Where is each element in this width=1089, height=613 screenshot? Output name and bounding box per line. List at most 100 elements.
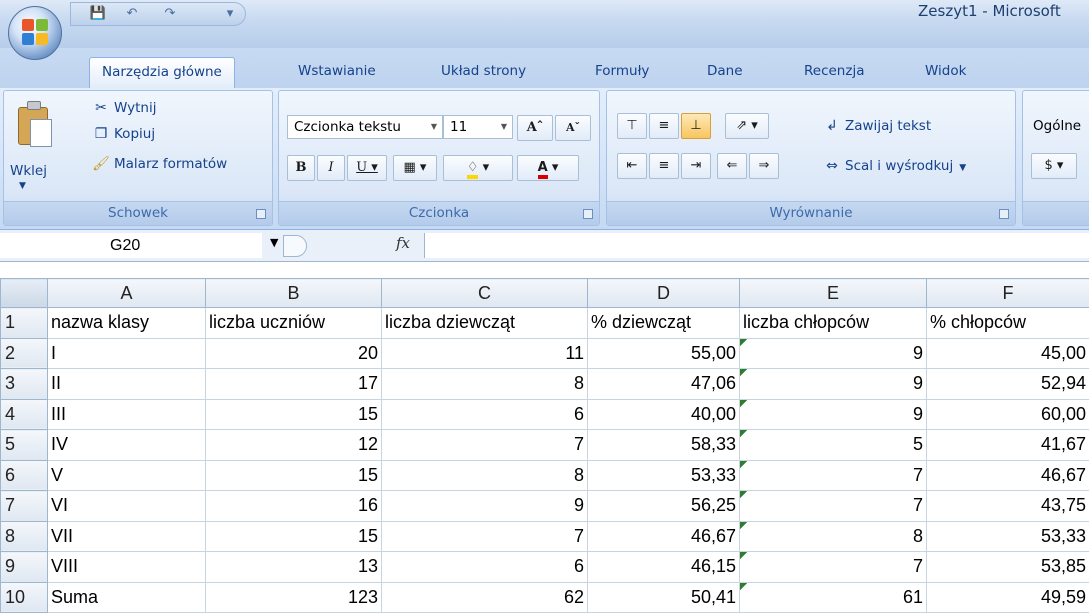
cell[interactable]: % chłopców bbox=[926, 307, 1089, 339]
tab-home[interactable]: Narzędzia główne bbox=[89, 57, 235, 88]
cell[interactable]: 13 bbox=[205, 551, 382, 583]
borders-icon[interactable]: ▦ ▾ bbox=[393, 155, 437, 181]
cell[interactable]: 15 bbox=[205, 398, 382, 430]
cell[interactable]: 7 bbox=[381, 520, 588, 552]
cut-button[interactable]: ✂ Wytnij bbox=[92, 97, 156, 119]
cell[interactable]: 46,15 bbox=[587, 551, 740, 583]
row-header[interactable]: 7 bbox=[0, 490, 48, 522]
cell[interactable]: 61 bbox=[739, 581, 927, 613]
merge-center-button[interactable]: ⇔ Scal i wyśrodkuj ▼ bbox=[823, 155, 966, 177]
cell[interactable]: liczba chłopców bbox=[739, 307, 927, 339]
accounting-format-icon[interactable]: $ ▾ bbox=[1031, 153, 1077, 179]
cell[interactable]: 40,00 bbox=[587, 398, 740, 430]
row-header[interactable]: 4 bbox=[0, 398, 48, 430]
shrink-font-icon[interactable]: Aˇ bbox=[555, 115, 591, 141]
tab-view[interactable]: Widok bbox=[925, 57, 966, 88]
undo-icon[interactable]: ↶ bbox=[123, 6, 141, 22]
cell[interactable]: liczba dziewcząt bbox=[381, 307, 588, 339]
row-header[interactable]: 6 bbox=[0, 459, 48, 491]
cell[interactable]: 62 bbox=[381, 581, 588, 613]
cell[interactable]: 8 bbox=[381, 459, 588, 491]
cell[interactable]: III bbox=[47, 398, 206, 430]
formula-bar-toggle[interactable] bbox=[283, 235, 307, 257]
cell[interactable]: nazwa klasy bbox=[47, 307, 206, 339]
cell[interactable]: 52,94 bbox=[926, 368, 1089, 400]
cell[interactable]: 9 bbox=[739, 368, 927, 400]
customize-toolbar-icon[interactable]: ▾ bbox=[221, 6, 239, 22]
font-name-select[interactable]: Czcionka tekstu ▼ bbox=[287, 115, 443, 139]
cell[interactable]: IV bbox=[47, 429, 206, 461]
paste-button[interactable]: Wklej ▼ bbox=[4, 91, 72, 201]
row-header[interactable]: 9 bbox=[0, 551, 48, 583]
align-center-icon[interactable]: ≡ bbox=[649, 153, 679, 179]
row-header[interactable]: 8 bbox=[0, 520, 48, 552]
cell[interactable]: 53,85 bbox=[926, 551, 1089, 583]
name-box[interactable]: G20 bbox=[0, 233, 262, 258]
row-header[interactable]: 1 bbox=[0, 307, 48, 339]
fill-color-icon[interactable]: ♢ ▾ bbox=[443, 155, 513, 181]
tab-formulas[interactable]: Formuły bbox=[595, 57, 649, 88]
orientation-icon[interactable]: ⇗ ▾ bbox=[725, 113, 769, 139]
format-painter-button[interactable]: 🖌 Malarz formatów bbox=[92, 153, 227, 175]
cell[interactable]: V bbox=[47, 459, 206, 491]
cell[interactable]: 7 bbox=[739, 459, 927, 491]
cell[interactable]: 45,00 bbox=[926, 337, 1089, 369]
tab-review[interactable]: Recenzja bbox=[804, 57, 864, 88]
cell[interactable]: 56,25 bbox=[587, 490, 740, 522]
tab-page-layout[interactable]: Układ strony bbox=[441, 57, 526, 88]
column-header-e[interactable]: E bbox=[739, 278, 927, 308]
save-icon[interactable]: 💾 bbox=[89, 6, 107, 22]
align-bottom-icon[interactable]: ⊥ bbox=[681, 113, 711, 139]
number-format-select[interactable]: Ogólne bbox=[1033, 115, 1081, 137]
cell[interactable]: 5 bbox=[739, 429, 927, 461]
copy-button[interactable]: ❐ Kopiuj bbox=[92, 123, 155, 145]
cell[interactable]: 12 bbox=[205, 429, 382, 461]
cell[interactable]: liczba uczniów bbox=[205, 307, 382, 339]
cell[interactable]: I bbox=[47, 337, 206, 369]
cell[interactable]: 9 bbox=[739, 337, 927, 369]
column-header-f[interactable]: F bbox=[926, 278, 1089, 308]
column-header-b[interactable]: B bbox=[205, 278, 382, 308]
formula-input[interactable] bbox=[424, 233, 1089, 258]
tab-data[interactable]: Dane bbox=[707, 57, 743, 88]
cell[interactable]: 15 bbox=[205, 520, 382, 552]
cell[interactable]: 20 bbox=[205, 337, 382, 369]
column-header-d[interactable]: D bbox=[587, 278, 740, 308]
cell[interactable]: 53,33 bbox=[926, 520, 1089, 552]
cell[interactable]: 58,33 bbox=[587, 429, 740, 461]
align-middle-icon[interactable]: ≡ bbox=[649, 113, 679, 139]
cell[interactable]: 7 bbox=[739, 490, 927, 522]
cell[interactable]: 7 bbox=[739, 551, 927, 583]
align-top-icon[interactable]: ⊤ bbox=[617, 113, 647, 139]
bold-icon[interactable]: B bbox=[287, 155, 315, 181]
cell[interactable]: 53,33 bbox=[587, 459, 740, 491]
cell[interactable]: 46,67 bbox=[926, 459, 1089, 491]
font-dialog-launcher[interactable] bbox=[583, 209, 593, 219]
cell[interactable]: 8 bbox=[381, 368, 588, 400]
cell[interactable]: 17 bbox=[205, 368, 382, 400]
cell[interactable]: 123 bbox=[205, 581, 382, 613]
column-header-a[interactable]: A bbox=[47, 278, 206, 308]
underline-icon[interactable]: U ▾ bbox=[347, 155, 387, 181]
cell[interactable]: 49,59 bbox=[926, 581, 1089, 613]
cell[interactable]: VIII bbox=[47, 551, 206, 583]
cell[interactable]: 46,67 bbox=[587, 520, 740, 552]
row-header[interactable]: 10 bbox=[0, 581, 48, 613]
cell[interactable]: VI bbox=[47, 490, 206, 522]
cell[interactable]: 47,06 bbox=[587, 368, 740, 400]
cell[interactable]: 41,67 bbox=[926, 429, 1089, 461]
cell[interactable]: II bbox=[47, 368, 206, 400]
column-header-c[interactable]: C bbox=[381, 278, 588, 308]
cell[interactable]: 7 bbox=[381, 429, 588, 461]
increase-indent-icon[interactable]: ⇒ bbox=[749, 153, 779, 179]
decrease-indent-icon[interactable]: ⇐ bbox=[717, 153, 747, 179]
cell[interactable]: 8 bbox=[739, 520, 927, 552]
cell[interactable]: % dziewcząt bbox=[587, 307, 740, 339]
cell[interactable]: 6 bbox=[381, 551, 588, 583]
row-header[interactable]: 5 bbox=[0, 429, 48, 461]
align-right-icon[interactable]: ⇥ bbox=[681, 153, 711, 179]
cell[interactable]: 11 bbox=[381, 337, 588, 369]
cell[interactable]: 60,00 bbox=[926, 398, 1089, 430]
redo-icon[interactable]: ↷ bbox=[161, 6, 179, 22]
select-all-corner[interactable] bbox=[0, 278, 48, 308]
